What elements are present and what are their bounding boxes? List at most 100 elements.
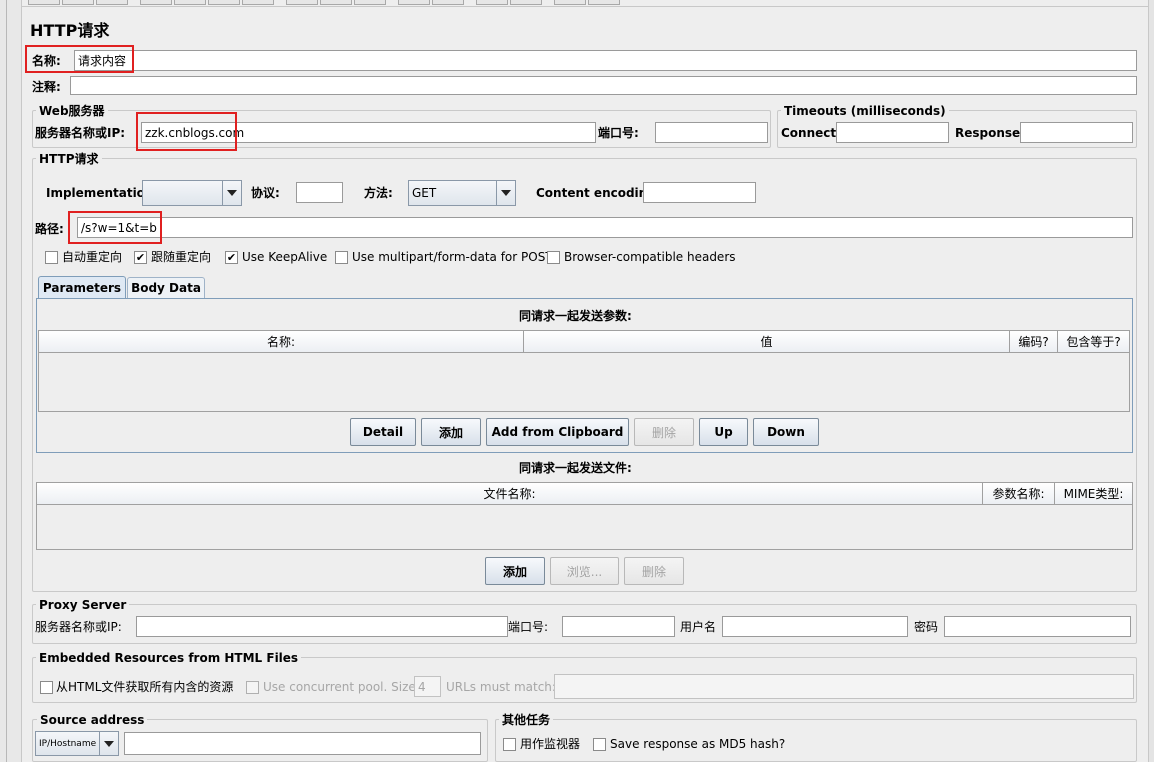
urls-match-label: URLs must match: [446,680,556,694]
right-border [1148,0,1154,762]
proxy-user-field[interactable] [722,616,908,637]
method-value: GET [412,186,437,200]
connect-field[interactable] [836,122,949,143]
implementation-dropdown[interactable] [142,180,242,206]
checkbox-checked[interactable]: ✔ [134,251,147,264]
chevron-down-icon[interactable] [99,732,118,755]
embedded-title: Embedded Resources from HTML Files [36,651,302,665]
add-file-button[interactable]: 添加 [485,557,545,585]
connect-label: Connect: [781,126,841,140]
toolbar-button[interactable] [320,0,352,5]
toolbar-button[interactable] [398,0,430,5]
column-header-filename[interactable]: 文件名称: [37,483,983,504]
concurrent-pool-label: Use concurrent pool. Size: [263,680,420,694]
checkbox[interactable] [246,681,259,694]
proxy-password-field[interactable] [944,616,1131,637]
down-button[interactable]: Down [753,418,819,446]
path-field[interactable]: /s?w=1&t=b [77,217,1133,238]
column-header-encode[interactable]: 编码? [1010,331,1058,352]
column-header-include-equals[interactable]: 包含等于? [1058,331,1129,352]
files-caption: 同请求一起发送文件: [519,461,632,475]
comment-field[interactable] [70,76,1137,95]
column-header-param-name[interactable]: 参数名称: [983,483,1055,504]
other-tasks-title: 其他任务 [499,713,554,727]
option-label: Use KeepAlive [242,250,328,264]
option-label: Use multipart/form-data for POST [352,250,553,264]
checkbox[interactable] [40,681,53,694]
checkbox[interactable] [45,251,58,264]
left-border-line [6,0,7,762]
source-address-title: Source address [37,713,148,727]
toolbar-button[interactable] [174,0,206,5]
up-button[interactable]: Up [699,418,748,446]
toolbar-button[interactable] [510,0,542,5]
highlight-box [68,211,162,244]
toolbar-button[interactable] [286,0,318,5]
column-header-value[interactable]: 值 [524,331,1010,352]
monitor-label: 用作监视器 [520,737,581,751]
add-button[interactable]: 添加 [421,418,481,446]
source-address-field[interactable] [124,732,481,755]
toolbar-button[interactable] [242,0,274,5]
http-request-title: HTTP请求 [36,152,102,166]
toolbar-button[interactable] [432,0,464,5]
checkbox[interactable] [593,738,606,751]
web-server-title: Web服务器 [36,104,108,118]
toolbar-button[interactable] [354,0,386,5]
pool-size-field[interactable]: 4 [414,676,441,697]
protocol-field[interactable] [296,182,343,203]
params-table-header: 名称: 值 编码? 包含等于? [39,331,1129,353]
add-from-clipboard-button[interactable]: Add from Clipboard [486,418,629,446]
toolbar-button[interactable] [588,0,620,5]
md5-label: Save response as MD5 hash? [610,737,786,751]
timeouts-title: Timeouts (milliseconds) [781,104,949,118]
response-label: Response: [955,126,1025,140]
detail-button[interactable]: Detail [350,418,416,446]
response-field[interactable] [1020,122,1133,143]
proxy-port-label: 端口号: [508,620,549,634]
name-field[interactable]: 请求内容 [74,50,1137,71]
checkbox[interactable] [335,251,348,264]
highlight-box [25,45,134,73]
toolbar-button[interactable] [554,0,586,5]
source-type-dropdown[interactable]: IP/Hostname [35,731,119,756]
proxy-server-label: 服务器名称或IP: [35,620,122,634]
chevron-down-icon[interactable] [496,181,515,205]
port-label: 端口号: [598,126,639,140]
tab-body-data[interactable]: Body Data [127,277,205,298]
toolbar-button[interactable] [96,0,128,5]
browse-button[interactable]: 浏览... [550,557,619,585]
toolbar-button[interactable] [476,0,508,5]
source-type-value: IP/Hostname [39,738,97,749]
params-caption: 同请求一起发送参数: [519,309,632,323]
urls-match-field[interactable] [554,674,1134,699]
path-label: 路径: [35,222,64,236]
other-tasks-group [495,719,1137,762]
tab-parameters[interactable]: Parameters [38,276,126,299]
method-label: 方法: [364,186,393,200]
comment-label: 注释: [32,80,61,94]
toolbar-button[interactable] [62,0,94,5]
method-dropdown[interactable]: GET [408,180,516,206]
toolbar-button[interactable] [28,0,60,5]
chevron-down-icon[interactable] [222,181,241,205]
proxy-server-field[interactable] [136,616,508,637]
proxy-user-label: 用户名 [680,620,717,634]
checkbox[interactable] [503,738,516,751]
toolbar-divider [22,6,1148,7]
encoding-field[interactable] [643,182,756,203]
toolbar-button[interactable] [208,0,240,5]
checkbox[interactable] [547,251,560,264]
left-border [0,0,22,762]
column-header-mime-type[interactable]: MIME类型: [1055,483,1132,504]
server-label: 服务器名称或IP: [35,126,126,140]
delete-file-button[interactable]: 删除 [624,557,684,585]
proxy-password-label: 密码 [914,620,939,634]
proxy-port-field[interactable] [562,616,675,637]
checkbox-checked[interactable]: ✔ [225,251,238,264]
column-header-name[interactable]: 名称: [39,331,524,352]
option-label: 跟随重定向 [151,250,212,264]
delete-button[interactable]: 删除 [634,418,694,446]
port-field[interactable] [655,122,768,143]
toolbar-button[interactable] [140,0,172,5]
